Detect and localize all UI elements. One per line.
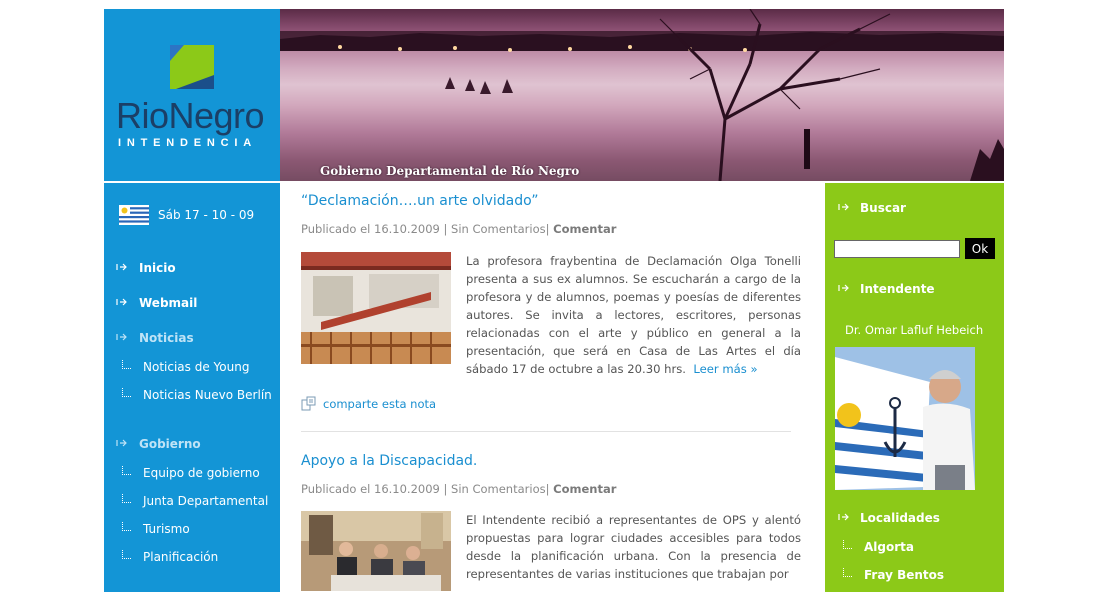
sub-nav-label: Noticias de Young [143, 360, 250, 374]
right-sidebar: Buscar Ok Intendente Dr. Omar Lafluf Heb… [825, 181, 1004, 592]
nav-webmail[interactable]: Webmail [116, 296, 197, 310]
nav-label: Webmail [139, 296, 198, 310]
localidad-label: Algorta [864, 540, 914, 554]
sub-nav-label: Noticias Nuevo Berlín [143, 388, 272, 402]
header-banner: Gobierno Departamental de Río Negro [280, 9, 1004, 181]
post-meta: Publicado el 16.10.2009 | Sin Comentario… [301, 222, 616, 236]
tree-elbow-icon [843, 568, 852, 577]
post-meta-text: Publicado el 16.10.2009 | Sin Comentario… [301, 222, 554, 236]
search-heading: Buscar [838, 201, 906, 215]
main-content: “Declamación….un arte olvidado” Publicad… [301, 181, 801, 591]
arrow-right-icon [116, 298, 127, 306]
nav-noticias-young[interactable]: Noticias de Young [122, 360, 249, 374]
arrow-right-icon [838, 284, 849, 292]
logo-title: RioNegro [116, 95, 265, 136]
sub-nav-label: Turismo [143, 522, 190, 536]
nav-label: Inicio [139, 261, 176, 275]
comment-link[interactable]: Comentar [553, 482, 616, 496]
tree-elbow-icon [122, 522, 131, 531]
localidad-algorta[interactable]: Algorta [843, 540, 914, 554]
search-submit-button[interactable]: Ok [965, 238, 995, 259]
sub-nav-label: Equipo de gobierno [143, 466, 260, 480]
site-logo[interactable]: RioNegro INTENDENCIA [104, 9, 280, 181]
search-input[interactable] [834, 240, 960, 258]
nav-planificacion[interactable]: Planificación [122, 550, 218, 564]
post-body: El Intendente recibió a representantes d… [466, 513, 801, 581]
tree-elbow-icon [843, 540, 852, 549]
nav-junta-departamental[interactable]: Junta Departamental [122, 494, 268, 508]
sub-nav-label: Planificación [143, 550, 219, 564]
intendente-heading-label: Intendente [860, 282, 935, 296]
logo-square-icon [170, 45, 214, 89]
share-link[interactable]: comparte esta nota [301, 396, 436, 411]
nav-noticias[interactable]: Noticias [116, 331, 194, 345]
nav-equipo-gobierno[interactable]: Equipo de gobierno [122, 466, 260, 480]
arrow-right-icon [116, 333, 127, 341]
nav-turismo[interactable]: Turismo [122, 522, 190, 536]
tree-elbow-icon [122, 360, 131, 369]
intendente-name: Dr. Omar Lafluf Hebeich [845, 323, 984, 337]
post-meta-text: Publicado el 16.10.2009 | Sin Comentario… [301, 482, 554, 496]
post-meta: Publicado el 16.10.2009 | Sin Comentario… [301, 482, 616, 496]
comment-link[interactable]: Comentar [553, 222, 616, 236]
uruguay-flag-icon [119, 205, 149, 225]
logo-subtitle: INTENDENCIA [118, 137, 257, 149]
share-icon [301, 396, 316, 411]
arrow-right-icon [838, 203, 849, 211]
arrow-right-icon [838, 513, 849, 521]
arrow-right-icon [116, 439, 127, 447]
post-image-hall[interactable] [301, 252, 451, 364]
banner-caption: Gobierno Departamental de Río Negro [320, 164, 580, 178]
nav-inicio[interactable]: Inicio [116, 261, 176, 275]
page-wrapper: RioNegro INTENDENCIA Gobierno Departamen… [104, 9, 1004, 592]
localidad-label: Fray Bentos [864, 568, 945, 582]
left-sidebar: Sáb 17 - 10 - 09 Inicio Webmail Noticias… [104, 181, 280, 592]
nav-gobierno[interactable]: Gobierno [116, 437, 201, 451]
read-more-link[interactable]: Leer más » [693, 362, 757, 376]
post-divider [301, 431, 791, 432]
localidad-fray-bentos[interactable]: Fray Bentos [843, 568, 944, 582]
intendente-heading[interactable]: Intendente [838, 282, 935, 296]
nav-label: Noticias [139, 331, 194, 345]
arrow-right-icon [116, 263, 127, 271]
share-label: comparte esta nota [323, 397, 437, 411]
post-body: La profesora fraybentina de Declamación … [466, 254, 801, 376]
sub-nav-label: Junta Departamental [143, 494, 269, 508]
tree-elbow-icon [122, 466, 131, 475]
intendente-photo[interactable] [835, 347, 975, 490]
localidades-heading-label: Localidades [860, 511, 940, 525]
tree-elbow-icon [122, 550, 131, 559]
post-excerpt: El Intendente recibió a representantes d… [466, 511, 801, 583]
tree-elbow-icon [122, 494, 131, 503]
nav-noticias-nuevo-berlin[interactable]: Noticias Nuevo Berlín [122, 388, 272, 402]
post-title-link[interactable]: Apoyo a la Discapacidad. [301, 453, 477, 469]
post-excerpt: La profesora fraybentina de Declamación … [466, 252, 801, 378]
localidades-heading[interactable]: Localidades [838, 511, 940, 525]
current-date: Sáb 17 - 10 - 09 [158, 208, 255, 222]
post-title-link[interactable]: “Declamación….un arte olvidado” [301, 193, 538, 209]
search-heading-label: Buscar [860, 201, 906, 215]
post-image-meeting[interactable] [301, 511, 451, 591]
banner-landscape-image [280, 9, 1004, 181]
tree-elbow-icon [122, 388, 131, 397]
nav-label: Gobierno [139, 437, 201, 451]
